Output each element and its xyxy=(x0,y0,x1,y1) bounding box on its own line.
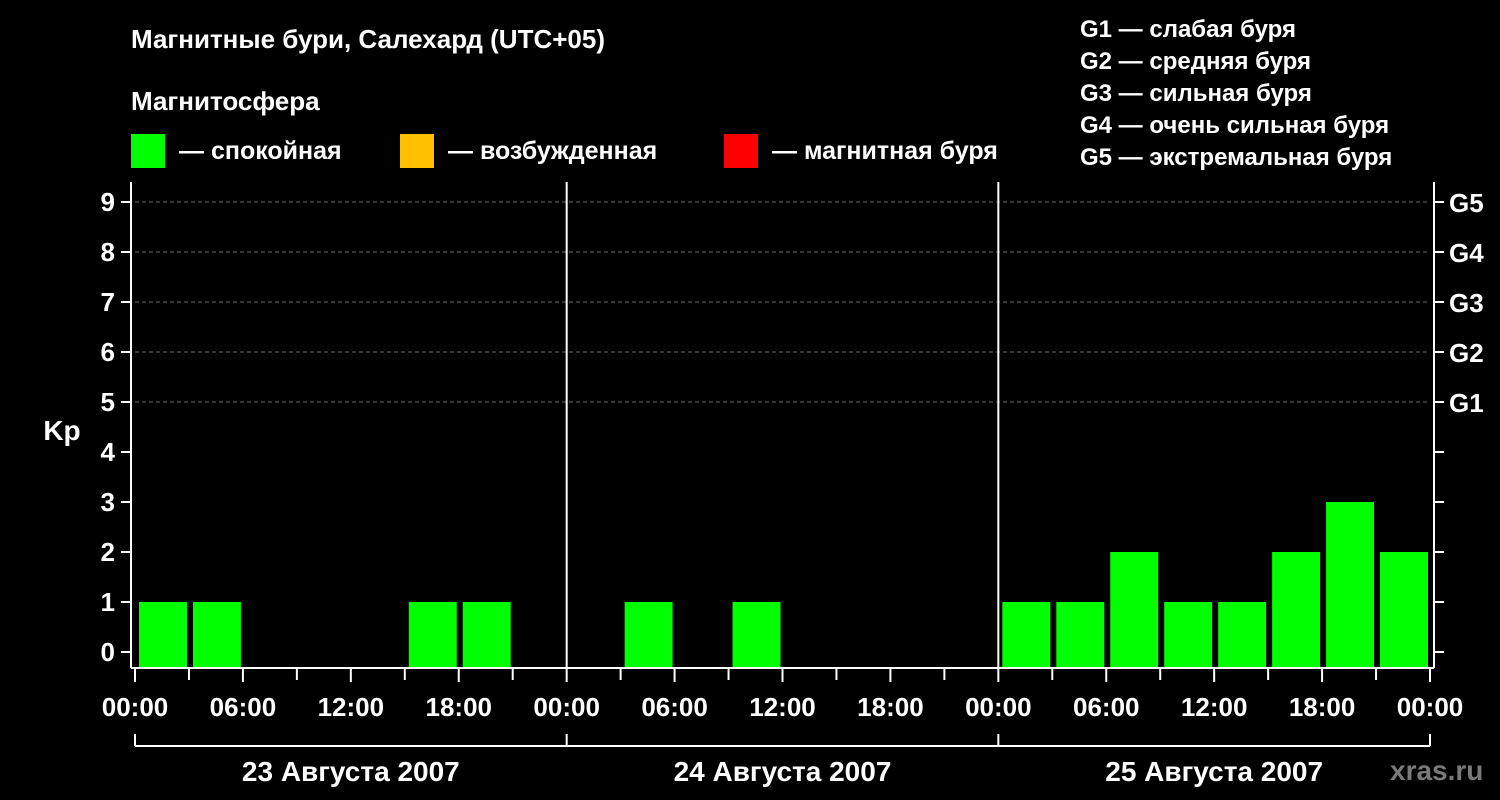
day-label: 23 Августа 2007 xyxy=(242,756,460,787)
y-tick-label: 5 xyxy=(101,387,115,417)
kp-bar xyxy=(462,602,511,668)
x-tick-label: 12:00 xyxy=(749,692,816,722)
y-tick-label: 4 xyxy=(101,437,116,467)
x-tick-label: 18:00 xyxy=(1289,692,1356,722)
y-tick-label: 7 xyxy=(101,287,115,317)
y-tick-label: 6 xyxy=(101,337,115,367)
kp-bar xyxy=(1272,552,1321,668)
x-tick-label: 06:00 xyxy=(210,692,277,722)
y-tick-label: 2 xyxy=(101,537,115,567)
x-tick-label: 18:00 xyxy=(857,692,924,722)
day-label: 24 Августа 2007 xyxy=(674,756,892,787)
x-tick-label: 00:00 xyxy=(965,692,1032,722)
kp-bar-chart: 0 1 2 3 4 5 6 7 8 9 Kp G1 G2 G3 G4 G5 00:00 06:00 12:00 18:… xyxy=(43,182,1484,787)
kp-bar xyxy=(732,602,781,668)
kp-bar xyxy=(1110,552,1159,668)
y-tick-label: 8 xyxy=(101,237,115,267)
x-tick-label: 12:00 xyxy=(318,692,385,722)
watermark: xras.ru xyxy=(1390,755,1484,786)
day-label: 25 Августа 2007 xyxy=(1105,756,1323,787)
y-tick-label: 3 xyxy=(101,487,115,517)
y-tick-label: 0 xyxy=(101,637,115,667)
kp-bar xyxy=(1218,602,1267,668)
y-axis-label: Kp xyxy=(43,415,80,446)
g-level-label: G3 xyxy=(1449,288,1484,318)
g-level-label: G5 xyxy=(1449,188,1484,218)
kp-bar xyxy=(192,602,241,668)
y-tick-label: 1 xyxy=(101,587,115,617)
kp-bar xyxy=(1164,602,1213,668)
kp-bar xyxy=(408,602,457,668)
x-tick-label: 12:00 xyxy=(1181,692,1248,722)
x-tick-label: 00:00 xyxy=(1397,692,1464,722)
g-level-label: G1 xyxy=(1449,388,1484,418)
x-tick-label: 00:00 xyxy=(102,692,169,722)
kp-bar xyxy=(139,602,187,668)
x-tick-label: 18:00 xyxy=(426,692,493,722)
kp-bar xyxy=(1326,502,1375,668)
y-tick-label: 9 xyxy=(101,187,115,217)
kp-bar xyxy=(1056,602,1105,668)
kp-bar xyxy=(624,602,673,668)
x-tick-label: 06:00 xyxy=(1073,692,1140,722)
x-tick-label: 00:00 xyxy=(533,692,600,722)
g-level-label: G2 xyxy=(1449,338,1484,368)
g-level-label: G4 xyxy=(1449,238,1484,268)
kp-bar xyxy=(1002,602,1051,668)
kp-bar xyxy=(1380,552,1428,668)
x-tick-label: 06:00 xyxy=(641,692,708,722)
